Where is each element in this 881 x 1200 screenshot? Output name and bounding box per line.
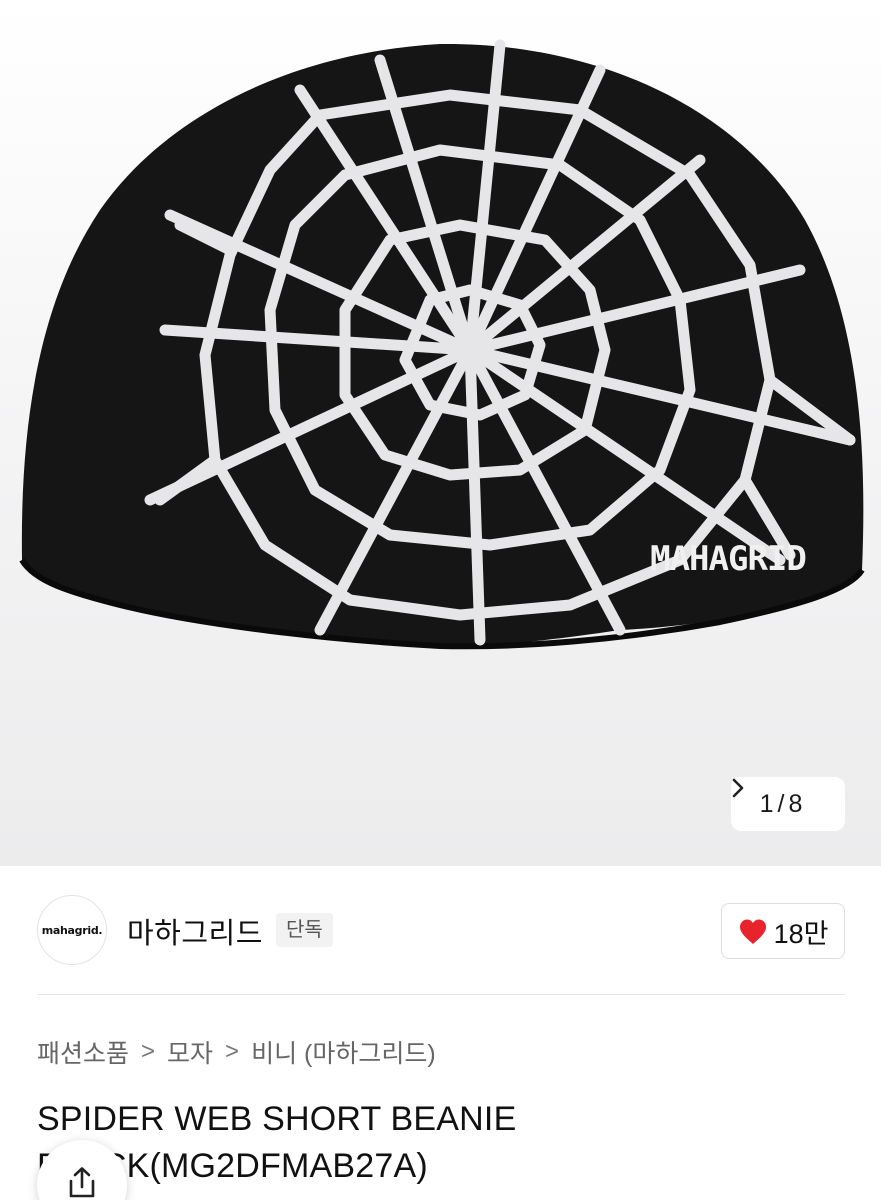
pager-current: 1 [759, 789, 774, 818]
pager-total: 8 [788, 789, 803, 818]
brand-name[interactable]: 마하그리드 [127, 910, 263, 952]
exclusive-badge: 단독 [276, 913, 333, 947]
brand-logo-text: mahagrid. [41, 923, 103, 937]
brand-logo[interactable]: mahagrid. [37, 895, 107, 965]
breadcrumb-separator: > [225, 1038, 240, 1065]
product-title: SPIDER WEB SHORT BEANIE BLACK(MG2DFMAB27… [37, 1100, 517, 1185]
image-logo-text: MAHAGRID [650, 539, 806, 579]
pager-separator: / [777, 789, 785, 818]
like-button[interactable]: 18만 [721, 903, 845, 959]
breadcrumb-item-current[interactable]: 비니 (마하그리드) [251, 1034, 436, 1070]
breadcrumb-item-subcategory[interactable]: 모자 [167, 1034, 213, 1070]
share-icon [64, 1165, 100, 1200]
divider [37, 994, 845, 995]
product-image-gallery[interactable]: MAHAGRID 1 / 8 [0, 0, 881, 866]
heart-icon [738, 918, 768, 945]
image-pager[interactable]: 1 / 8 [731, 777, 845, 831]
like-count: 18만 [773, 918, 829, 949]
breadcrumb-item-category[interactable]: 패션소품 [37, 1034, 129, 1070]
product-image: MAHAGRID [19, 39, 865, 650]
product-page: MAHAGRID 1 / 8 mahagrid. 마하그리드 단독 18만 패션… [0, 0, 881, 1200]
brand-row: mahagrid. 마하그리드 단독 18만 [37, 895, 845, 967]
breadcrumb: 패션소품 > 모자 > 비니 (마하그리드) [37, 1034, 436, 1070]
breadcrumb-separator: > [141, 1038, 156, 1065]
